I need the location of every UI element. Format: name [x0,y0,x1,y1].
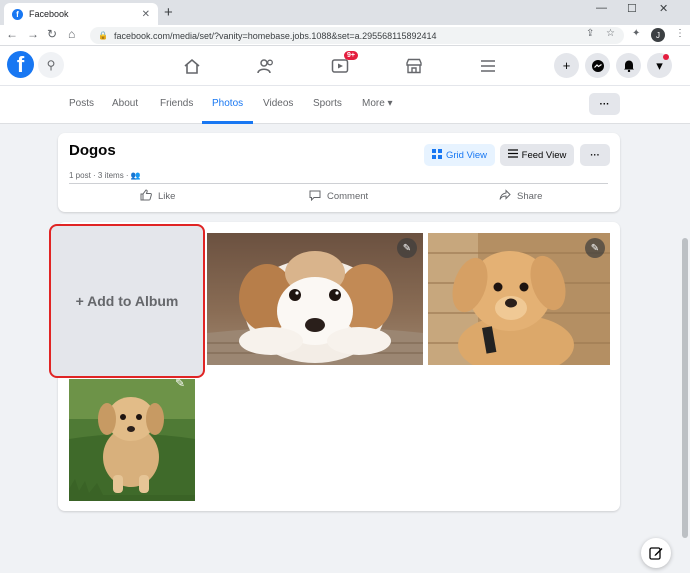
account-alert-dot [663,54,669,60]
profile-tabs: Posts About Friends Photos Videos Sports… [0,86,690,124]
marketplace-icon[interactable] [402,54,426,78]
facebook-favicon-icon: f [12,8,23,20]
puppy-photo-image [207,233,423,365]
new-message-compose-icon[interactable] [641,538,671,568]
tab-about[interactable]: About [112,98,138,109]
maximize-button[interactable]: ☐ [627,2,637,15]
minimize-button[interactable]: — [596,2,607,14]
tab-close-icon[interactable]: ✕ [142,9,150,20]
facebook-logo-icon[interactable]: f [7,51,34,78]
share-button[interactable]: Share [499,189,542,204]
tab-videos[interactable]: Videos [263,98,293,109]
create-button[interactable]: + [554,53,579,78]
home-icon[interactable] [180,54,204,78]
add-to-album-button[interactable]: + Add to Album [49,224,205,378]
page-scrollbar[interactable] [682,238,688,538]
thumbs-up-icon [140,189,152,204]
friends-icon[interactable] [254,54,278,78]
tab-sports[interactable]: Sports [313,98,342,109]
browser-tab-bar: f Facebook ✕ + — ☐ ✕ [0,0,690,25]
browser-toolbar: ← → ↻ ⌂ 🔒 facebook.com/media/set/?vanity… [0,25,690,46]
address-bar[interactable]: 🔒 facebook.com/media/set/?vanity=homebas… [90,27,624,44]
browser-tab[interactable]: f Facebook ✕ [4,3,158,25]
album-header-card: Dogos 1 post · 3 items · 👥 Grid View Fee… [58,133,620,212]
tab-friends[interactable]: Friends [160,98,193,109]
browser-menu-icon[interactable]: ⋮ [675,28,685,39]
search-icon[interactable]: ⚲ [38,52,64,78]
photo-golden-puppy-grass[interactable] [69,379,195,501]
watch-notification-badge: 9+ [344,51,358,60]
feed-view-button[interactable]: Feed View [500,144,574,166]
profile-avatar[interactable]: J [651,28,665,42]
photo-labrador-puppy[interactable] [428,233,610,365]
url-text: facebook.com/media/set/?vanity=homebase.… [113,30,437,41]
close-window-button[interactable]: ✕ [659,2,668,15]
share-label: Share [517,191,543,202]
facebook-top-nav: f ⚲ 9+ + ▾ [0,46,690,86]
extensions-icon[interactable]: ✦ [632,28,640,39]
home-icon[interactable]: ⌂ [68,27,75,41]
forward-arrow-icon[interactable]: → [27,27,39,41]
album-meta: 1 post · 3 items · 👥 [69,171,141,180]
messenger-icon[interactable] [585,53,610,78]
edit-photo-pencil-icon[interactable]: ✎ [397,238,417,258]
active-tab-indicator [202,121,253,124]
bookmark-star-icon[interactable]: ☆ [606,28,615,39]
edit-photo-pencil-icon[interactable]: ✎ [585,238,605,258]
edit-photo-pencil-icon[interactable]: ✎ [170,373,190,393]
album-title: Dogos [69,142,116,159]
profile-more-button[interactable]: ··· [589,93,620,115]
share-page-icon[interactable]: ⇪ [586,28,594,39]
menu-icon[interactable] [476,54,500,78]
feed-view-label: Feed View [521,149,567,161]
comment-label: Comment [327,191,369,202]
grid-view-button[interactable]: Grid View [424,144,495,166]
like-button[interactable]: Like [140,189,175,204]
lock-icon: 🔒 [98,31,108,40]
comment-icon [309,189,321,204]
back-arrow-icon[interactable]: ← [6,27,18,41]
puppy-photo-image [69,379,195,501]
card-divider [69,183,608,184]
tab-more[interactable]: More ▾ [362,98,393,109]
grid-view-label: Grid View [445,149,487,161]
comment-button[interactable]: Comment [309,189,368,204]
grid-icon [431,148,442,162]
list-icon [507,149,518,161]
like-label: Like [158,191,176,202]
notifications-bell-icon[interactable] [616,53,641,78]
tab-title: Facebook [29,9,69,19]
tab-posts[interactable]: Posts [69,98,94,109]
new-tab-button[interactable]: + [164,4,173,21]
photo-fluffy-puppy[interactable] [207,233,423,365]
reload-icon[interactable]: ↻ [47,27,57,41]
puppy-photo-image [428,233,610,365]
share-arrow-icon [499,189,511,204]
tab-photos[interactable]: Photos [212,98,243,109]
album-more-button[interactable]: ··· [580,144,610,166]
